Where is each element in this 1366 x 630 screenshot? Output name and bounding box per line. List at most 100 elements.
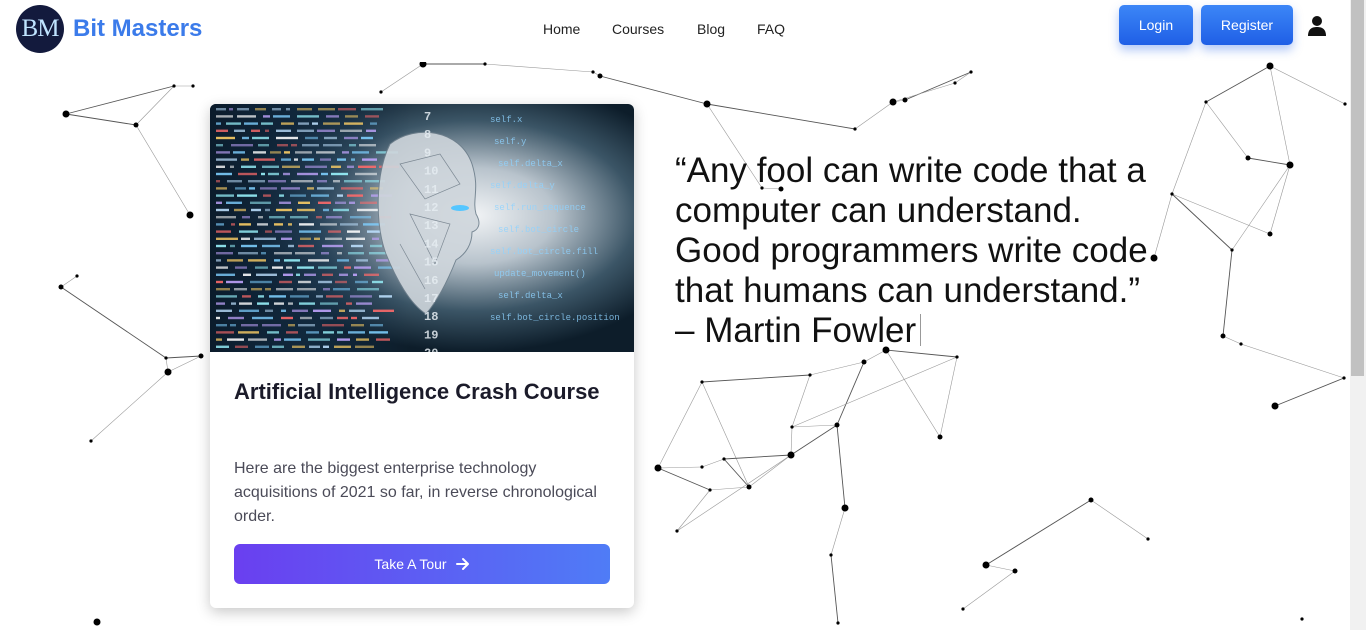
svg-text:8: 8 bbox=[424, 128, 431, 142]
network-node bbox=[1230, 248, 1234, 252]
svg-text:self.delta_x: self.delta_x bbox=[498, 159, 563, 169]
take-a-tour-button[interactable]: Take A Tour bbox=[234, 544, 610, 584]
svg-text:18: 18 bbox=[424, 310, 438, 324]
nav-courses[interactable]: Courses bbox=[612, 20, 664, 38]
network-node bbox=[1245, 155, 1251, 161]
svg-text:9: 9 bbox=[424, 146, 431, 160]
network-node bbox=[597, 73, 603, 79]
network-node bbox=[937, 434, 943, 440]
network-edge bbox=[892, 82, 956, 103]
network-node bbox=[1204, 100, 1208, 104]
network-node bbox=[722, 457, 726, 461]
network-node bbox=[953, 81, 957, 85]
svg-text:13: 13 bbox=[424, 219, 438, 233]
network-edge bbox=[90, 371, 169, 442]
network-node bbox=[419, 62, 427, 68]
network-node bbox=[591, 70, 595, 74]
network-edge bbox=[809, 361, 865, 376]
svg-text:self.bot_circle: self.bot_circle bbox=[498, 225, 579, 235]
network-node bbox=[961, 607, 965, 611]
network-edge bbox=[748, 454, 792, 488]
network-node bbox=[703, 100, 711, 108]
network-edge bbox=[885, 349, 941, 438]
svg-text:17: 17 bbox=[424, 292, 438, 306]
network-edge bbox=[65, 85, 175, 115]
svg-text:update_movement(): update_movement() bbox=[494, 269, 586, 279]
network-node bbox=[829, 553, 833, 557]
network-edge bbox=[380, 63, 424, 93]
nav-blog[interactable]: Blog bbox=[697, 20, 725, 38]
card-description: Here are the biggest enterprise technolo… bbox=[234, 460, 597, 525]
svg-text:self.run_sequence: self.run_sequence bbox=[494, 203, 586, 213]
quote-line-2: computer can understand. bbox=[675, 191, 1082, 230]
register-button[interactable]: Register bbox=[1201, 5, 1293, 45]
network-node bbox=[1088, 497, 1094, 503]
network-node bbox=[1300, 617, 1304, 621]
network-edge bbox=[135, 124, 191, 216]
top-navbar: BM Bit Masters Home Courses Blog FAQ Log… bbox=[0, 0, 1350, 62]
network-edge bbox=[65, 113, 137, 126]
network-edge bbox=[723, 458, 750, 488]
network-node bbox=[675, 529, 679, 533]
typing-cursor bbox=[920, 314, 922, 346]
network-node bbox=[75, 274, 79, 278]
network-edge bbox=[135, 85, 175, 126]
network-edge bbox=[791, 374, 811, 428]
network-node bbox=[853, 127, 857, 131]
network-node bbox=[1012, 568, 1018, 574]
network-edge bbox=[60, 286, 167, 359]
svg-text:7: 7 bbox=[424, 110, 431, 124]
network-node bbox=[93, 618, 101, 626]
network-edge bbox=[701, 458, 725, 468]
user-icon[interactable] bbox=[1307, 15, 1327, 37]
network-edge bbox=[60, 275, 78, 288]
network-edge bbox=[830, 554, 839, 624]
arrow-right-icon bbox=[455, 558, 469, 570]
network-edge bbox=[706, 103, 856, 130]
network-node bbox=[808, 373, 812, 377]
network-node bbox=[191, 84, 195, 88]
network-edge bbox=[1274, 377, 1345, 407]
network-edge bbox=[985, 499, 1092, 566]
network-edge bbox=[836, 424, 846, 509]
quote-author-text: – Martin Fowler bbox=[675, 311, 917, 350]
network-edge bbox=[484, 63, 594, 73]
course-card: 7 8 9 10 11 12 13 14 15 16 17 18 19 20 self.x self.y se… bbox=[210, 104, 634, 608]
network-edge bbox=[939, 356, 958, 438]
network-edge bbox=[1090, 499, 1149, 540]
nav-home[interactable]: Home bbox=[543, 20, 580, 38]
ai-head-code-image: 7 8 9 10 11 12 13 14 15 16 17 18 19 20 self.x self.y se… bbox=[210, 104, 634, 352]
svg-text:10: 10 bbox=[424, 165, 438, 179]
card-title: Artificial Intelligence Crash Course bbox=[234, 379, 600, 404]
network-edge bbox=[1205, 65, 1271, 103]
network-node bbox=[836, 621, 840, 625]
network-node bbox=[708, 488, 712, 492]
network-node bbox=[654, 464, 662, 472]
network-node bbox=[1239, 342, 1243, 346]
network-edge bbox=[1222, 249, 1233, 337]
login-button[interactable]: Login bbox=[1119, 5, 1193, 45]
svg-text:self.x: self.x bbox=[490, 115, 522, 125]
network-edge bbox=[1231, 164, 1291, 251]
nav-faq[interactable]: FAQ bbox=[757, 20, 785, 38]
network-edge bbox=[709, 486, 750, 491]
network-edge bbox=[962, 570, 1016, 610]
network-edge bbox=[1240, 343, 1345, 379]
scrollbar-thumb[interactable] bbox=[1351, 0, 1364, 376]
network-node bbox=[89, 439, 93, 443]
network-edge bbox=[830, 507, 846, 556]
network-edge bbox=[657, 381, 703, 469]
network-node bbox=[172, 84, 176, 88]
network-node bbox=[889, 98, 897, 106]
network-node bbox=[1220, 333, 1226, 339]
svg-text:self.y: self.y bbox=[494, 137, 527, 147]
network-edge bbox=[1205, 101, 1249, 159]
network-node bbox=[982, 561, 990, 569]
network-node bbox=[186, 211, 194, 219]
svg-text:12: 12 bbox=[424, 201, 438, 215]
network-edge bbox=[790, 426, 793, 456]
network-edge bbox=[701, 374, 811, 383]
hero-quote: “Any fool can write code that a computer… bbox=[675, 151, 1195, 351]
network-node bbox=[58, 284, 64, 290]
network-node bbox=[164, 356, 168, 360]
